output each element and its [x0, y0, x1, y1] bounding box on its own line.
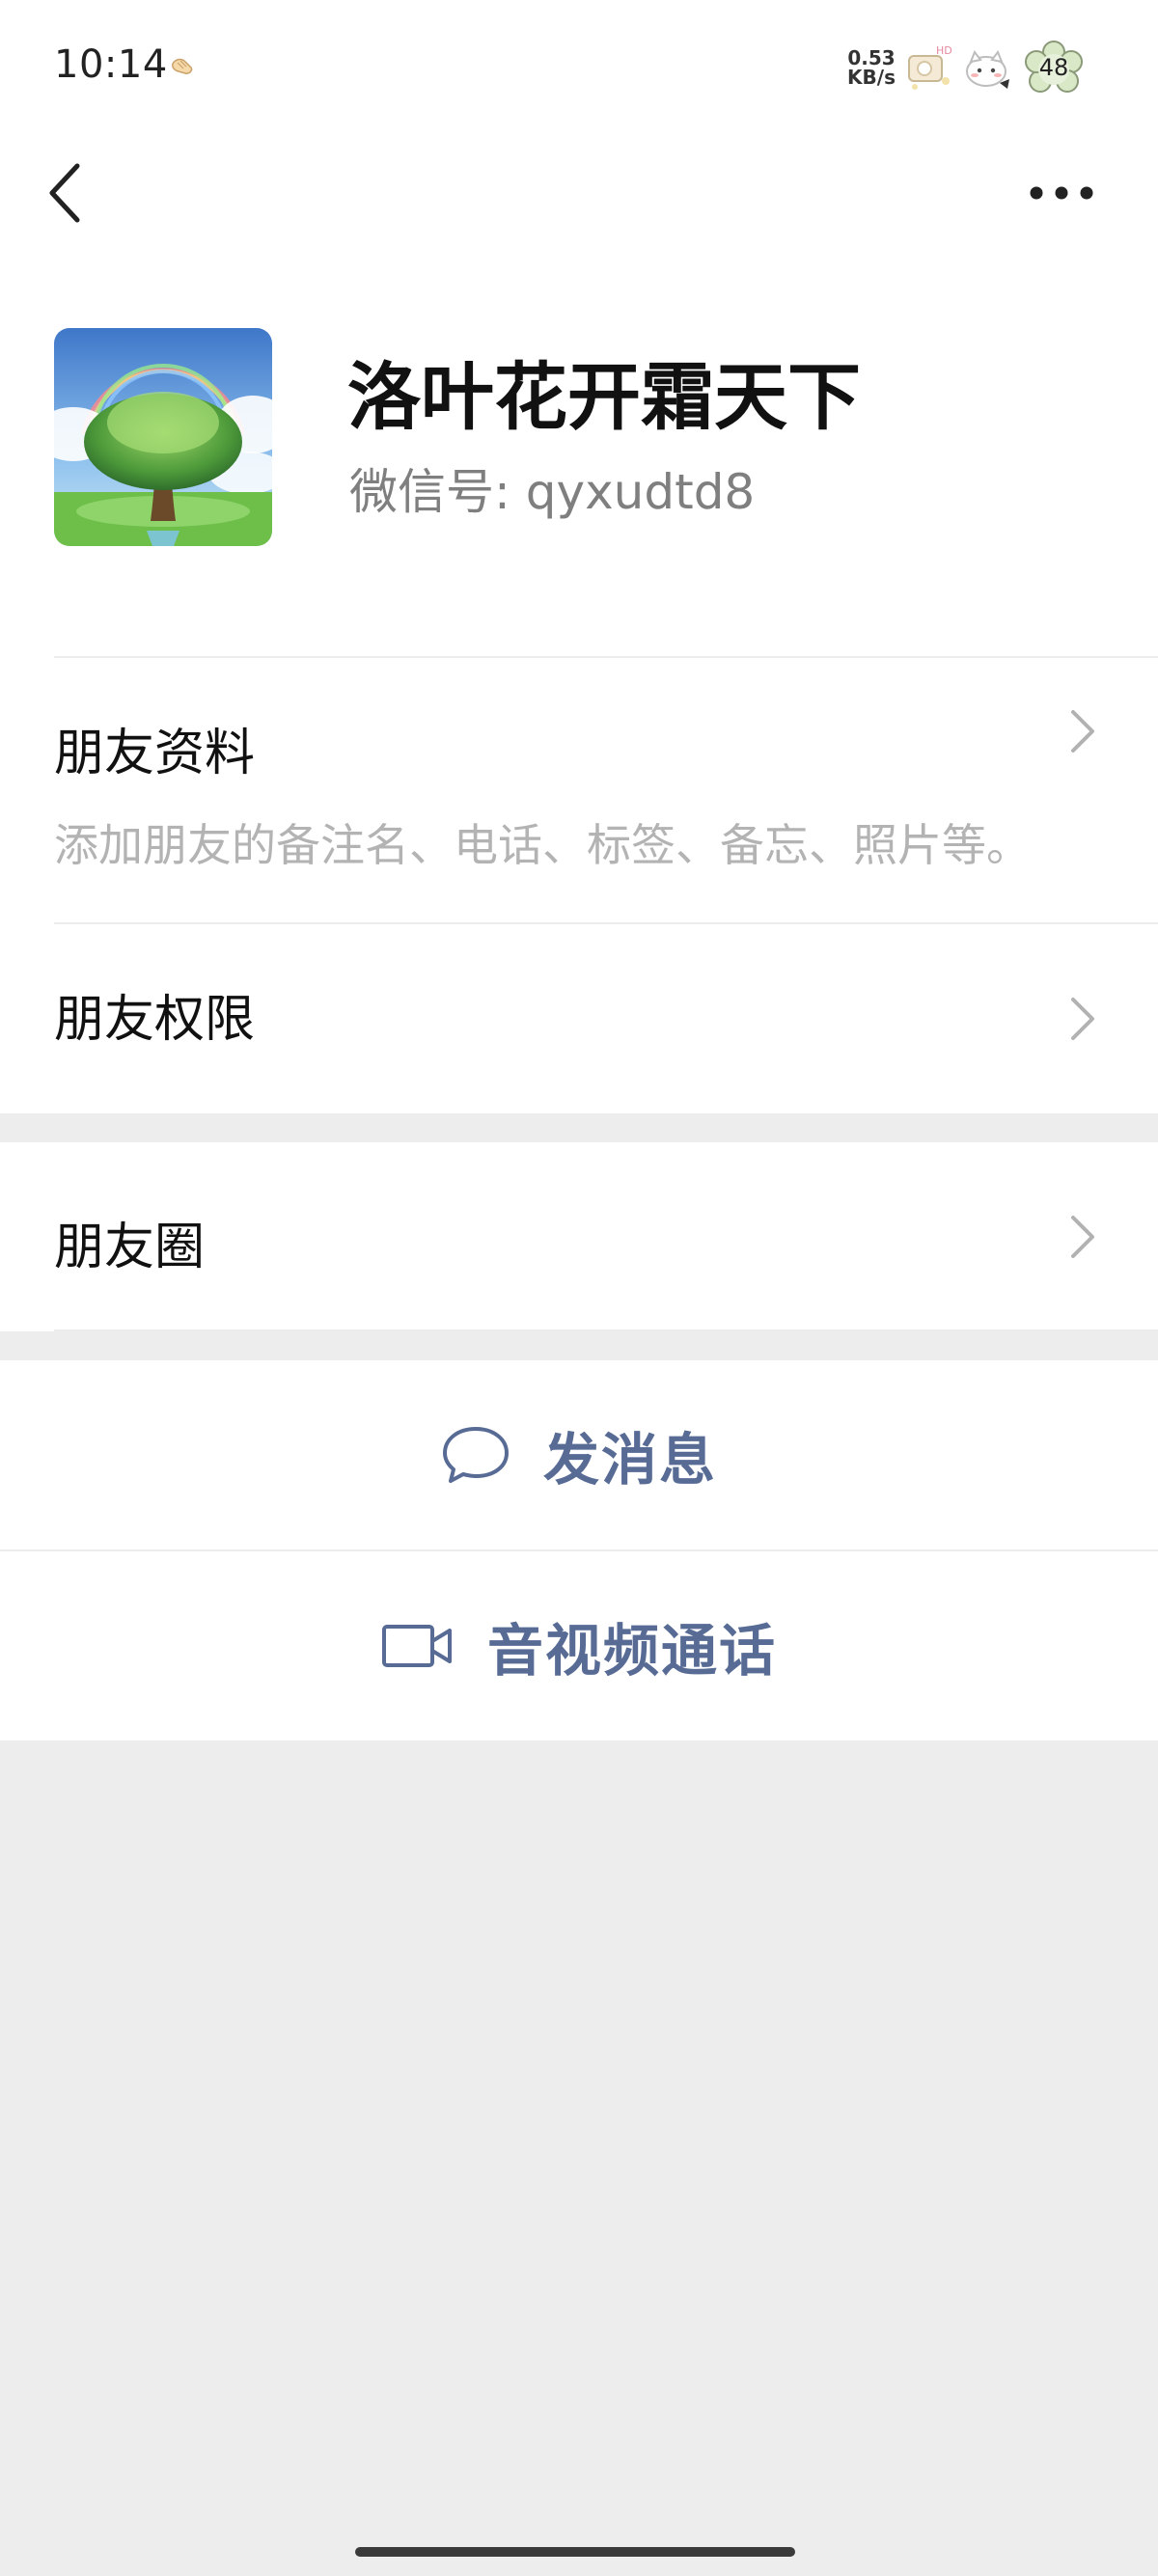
- status-time: 10:14: [54, 42, 168, 87]
- cat-sticker-icon: [966, 49, 1009, 89]
- net-speed-unit: KB/s: [847, 66, 896, 89]
- chat-bubble-icon: [442, 1427, 509, 1483]
- back-button[interactable]: [39, 158, 96, 228]
- section-gap: [0, 1113, 1158, 1142]
- hand-wave-icon: [172, 58, 193, 74]
- send-message-label: 发消息: [542, 1427, 717, 1493]
- chevron-right-icon: [1071, 1216, 1094, 1258]
- sticker-icon: HD: [908, 44, 952, 90]
- svg-text:HD: HD: [936, 44, 952, 57]
- wechat-id: 微信号: qyxudtd8: [349, 464, 756, 520]
- friend-info-subtitle: 添加朋友的备注名、电话、标签、备忘、照片等。: [54, 819, 1031, 871]
- send-message-button[interactable]: 发消息: [0, 1360, 1158, 1549]
- video-call-button[interactable]: 音视频通话: [0, 1551, 1158, 1740]
- section-gap: [0, 1331, 1158, 1360]
- chevron-right-icon: [1071, 710, 1094, 753]
- network-speed: 0.53 KB/s: [843, 48, 899, 87]
- battery-level: 48: [1038, 54, 1069, 81]
- chevron-left-icon: [49, 163, 80, 223]
- friend-info-title: 朋友资料: [54, 725, 256, 782]
- avatar[interactable]: [54, 328, 272, 546]
- video-camera-icon: [381, 1625, 452, 1667]
- chevron-right-icon: [1071, 998, 1094, 1040]
- profile-name: 洛叶花开霜天下: [347, 354, 861, 440]
- net-speed-value: 0.53: [847, 46, 896, 69]
- more-dots-icon: [1030, 186, 1093, 200]
- moments-title: 朋友圈: [54, 1219, 206, 1276]
- friend-permissions-title: 朋友权限: [54, 991, 256, 1049]
- home-indicator[interactable]: [355, 2547, 795, 2557]
- friend-info-row[interactable]: [0, 658, 1158, 922]
- more-button[interactable]: [1023, 174, 1100, 212]
- video-call-label: 音视频通话: [486, 1618, 777, 1684]
